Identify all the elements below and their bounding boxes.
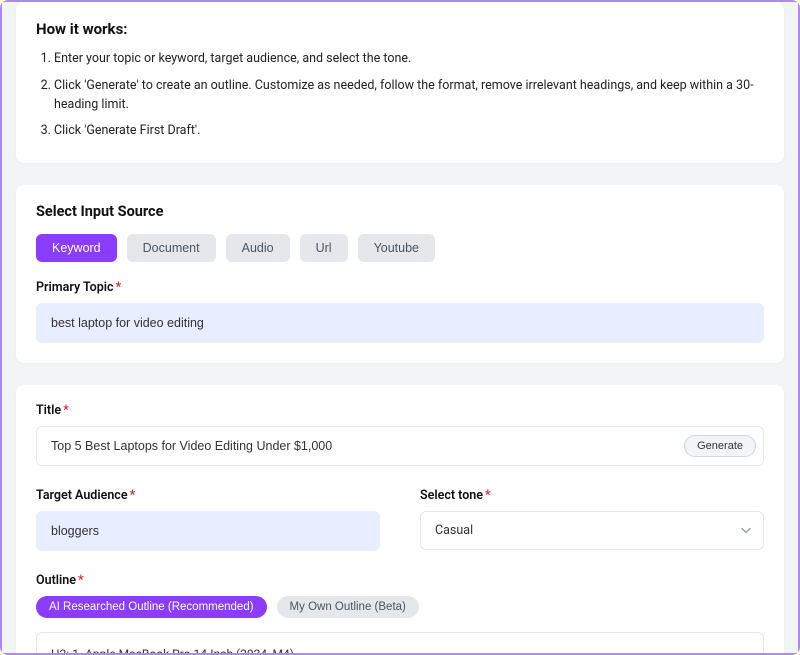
primary-topic-input[interactable] [36,303,764,343]
how-it-works-title: How it works: [36,20,764,38]
source-tabs: Keyword Document Audio Url Youtube [36,234,764,262]
content-card: Title* Generate Target Audience* Select … [16,385,784,653]
outline-line: H2: 1. Apple MacBook Pro 14-Inch (2024, … [51,645,749,653]
audience-input[interactable] [36,511,380,551]
audience-label: Target Audience* [36,488,380,503]
step-item: Click 'Generate' to create an outline. C… [54,77,764,115]
tab-keyword[interactable]: Keyword [36,234,117,262]
required-marker: * [116,280,122,295]
tab-ai-outline[interactable]: AI Researched Outline (Recommended) [36,596,267,618]
tab-youtube[interactable]: Youtube [358,234,435,262]
title-input[interactable] [36,426,764,466]
how-it-works-card: How it works: Enter your topic or keywor… [16,2,784,163]
required-marker: * [130,488,136,503]
tone-label: Select tone* [420,488,764,503]
outline-label: Outline* [36,573,764,588]
required-marker: * [78,573,84,588]
title-label: Title* [36,403,764,418]
tab-document[interactable]: Document [127,234,216,262]
tone-select[interactable]: Casual [420,511,764,550]
primary-topic-label: Primary Topic* [36,280,764,295]
input-source-card: Select Input Source Keyword Document Aud… [16,185,784,363]
step-item: Enter your topic or keyword, target audi… [54,50,764,69]
required-marker: * [63,403,69,418]
tab-own-outline[interactable]: My Own Outline (Beta) [277,596,419,618]
required-marker: * [485,488,491,503]
outline-tabs: AI Researched Outline (Recommended) My O… [36,596,764,618]
tab-audio[interactable]: Audio [226,234,290,262]
tab-url[interactable]: Url [300,234,348,262]
how-it-works-steps: Enter your topic or keyword, target audi… [36,50,764,141]
step-item: Click 'Generate First Draft'. [54,122,764,141]
generate-title-button[interactable]: Generate [684,435,756,457]
input-source-title: Select Input Source [36,203,764,220]
outline-textarea[interactable]: H2: 1. Apple MacBook Pro 14-Inch (2024, … [36,632,764,653]
